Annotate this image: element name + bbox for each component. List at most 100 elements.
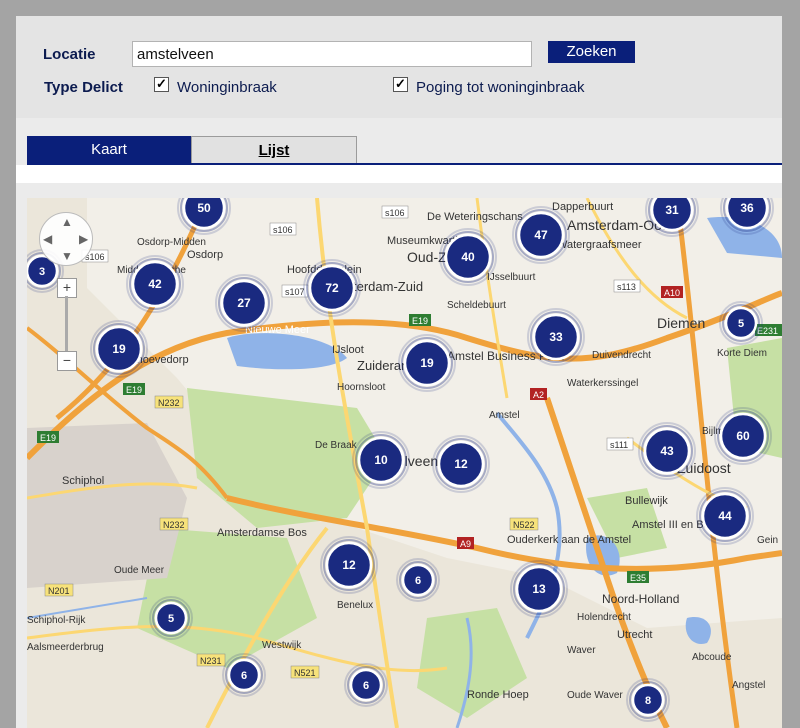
- place-label: Angstel: [732, 680, 765, 691]
- place-label: De Weteringschans: [427, 211, 523, 223]
- cluster-marker[interactable]: 19: [398, 334, 456, 392]
- cluster-count: 13: [532, 582, 546, 596]
- road-badge: E19: [126, 385, 142, 395]
- woninginbraak-checkbox[interactable]: ✓: [154, 77, 169, 92]
- road-badge: s106: [385, 208, 405, 218]
- cluster-marker[interactable]: 19: [90, 320, 148, 378]
- location-search-input[interactable]: [132, 41, 532, 67]
- road-badge: A10: [664, 288, 680, 298]
- place-label: Hoornsloot: [337, 382, 386, 393]
- place-label: Gein: [757, 535, 778, 546]
- road-badge: s107: [285, 287, 305, 297]
- tab-lijst[interactable]: Lijst: [191, 136, 357, 164]
- place-label: Oude Waver: [567, 690, 623, 701]
- place-label: Waterkerssingel: [567, 378, 638, 389]
- place-label: Oude Meer: [114, 565, 165, 576]
- cluster-marker[interactable]: 33: [527, 308, 585, 366]
- cluster-marker[interactable]: 13: [510, 560, 568, 618]
- cluster-marker[interactable]: 43: [638, 422, 696, 480]
- road-badge: A2: [533, 390, 544, 400]
- road-badge: E19: [412, 316, 428, 326]
- place-label: Korte Diem: [717, 348, 767, 359]
- cluster-marker[interactable]: 12: [320, 536, 378, 594]
- cluster-marker[interactable]: 60: [714, 407, 772, 465]
- place-label: Bullewijk: [625, 495, 668, 507]
- place-label: Holendrecht: [577, 612, 631, 623]
- map-canvas[interactable]: Osdorp-Midden Osdorp Middelveldsche Hoof…: [27, 198, 782, 728]
- cluster-marker[interactable]: 6: [222, 653, 266, 697]
- zoom-in-button[interactable]: +: [57, 278, 77, 298]
- cluster-count: 6: [363, 680, 369, 692]
- woninginbraak-label: Woninginbraak: [177, 79, 277, 96]
- road-badge: N232: [158, 398, 180, 408]
- cluster-count: 42: [148, 277, 162, 291]
- place-label: Benelux: [337, 600, 373, 611]
- cluster-marker[interactable]: 42: [126, 255, 184, 313]
- place-label: IJsloot: [332, 344, 364, 356]
- cluster-count: 12: [454, 457, 468, 471]
- cluster-count: 5: [738, 318, 744, 330]
- pan-down-icon[interactable]: ▼: [61, 249, 73, 263]
- zoom-out-button[interactable]: −: [57, 351, 77, 371]
- road-badge: s113: [617, 282, 636, 292]
- place-label: Waver: [567, 645, 596, 656]
- main-panel: Locatie Zoeken Type Delict ✓ Woninginbra…: [16, 16, 782, 728]
- place-label: Scheldebuurt: [447, 300, 506, 311]
- cluster-count: 40: [461, 250, 475, 264]
- place-label: IJsselbuurt: [487, 272, 536, 283]
- place-label: Amstel: [489, 410, 520, 421]
- pan-control[interactable]: ▲ ▼ ◀ ▶: [39, 212, 93, 266]
- map-view[interactable]: Osdorp-Midden Osdorp Middelveldsche Hoof…: [27, 198, 782, 728]
- cluster-marker[interactable]: 6: [396, 558, 440, 602]
- cluster-count: 60: [736, 429, 750, 443]
- pan-left-icon[interactable]: ◀: [43, 232, 52, 246]
- tab-kaart[interactable]: Kaart: [27, 136, 191, 164]
- cluster-marker[interactable]: 47: [512, 206, 570, 264]
- poging-label: Poging tot woninginbraak: [416, 79, 585, 96]
- cluster-count: 36: [740, 201, 754, 215]
- place-label: Schiphol: [62, 475, 104, 487]
- cluster-count: 19: [420, 356, 434, 370]
- zoom-slider-track[interactable]: [65, 296, 68, 352]
- cluster-marker[interactable]: 27: [215, 274, 273, 332]
- place-label: Westwijk: [262, 640, 302, 651]
- poging-checkbox[interactable]: ✓: [393, 77, 408, 92]
- road-badge: N232: [163, 520, 185, 530]
- cluster-count: 12: [342, 558, 356, 572]
- cluster-count: 43: [660, 444, 674, 458]
- place-label: Diemen: [657, 315, 705, 331]
- cluster-marker[interactable]: 72: [303, 259, 361, 317]
- road-badge: A9: [460, 539, 471, 549]
- place-label: Dapperbuurt: [552, 201, 613, 213]
- road-badge: N231: [200, 656, 222, 666]
- cluster-count: 44: [718, 509, 732, 523]
- place-label: Schiphol-Rijk: [27, 615, 86, 626]
- cluster-count: 19: [112, 342, 126, 356]
- road-badge: s106: [273, 225, 293, 235]
- place-label: Watergraafsmeer: [557, 239, 642, 251]
- cluster-count: 27: [237, 296, 251, 310]
- cluster-marker[interactable]: 10: [352, 431, 410, 489]
- cluster-count: 50: [197, 201, 211, 215]
- pan-right-icon[interactable]: ▶: [79, 232, 88, 246]
- cluster-count: 6: [415, 575, 421, 587]
- search-form: Locatie Zoeken Type Delict ✓ Woninginbra…: [16, 16, 782, 118]
- cluster-count: 5: [168, 613, 174, 625]
- cluster-marker[interactable]: 5: [149, 596, 193, 640]
- place-label: Ouderkerk aan de Amstel: [507, 534, 631, 546]
- cluster-marker[interactable]: 8: [626, 678, 670, 722]
- cluster-marker[interactable]: 5: [719, 301, 763, 345]
- cluster-marker[interactable]: 40: [439, 228, 497, 286]
- place-label: Osdorp-Midden: [137, 237, 206, 248]
- cluster-marker[interactable]: 12: [432, 435, 490, 493]
- pan-up-icon[interactable]: ▲: [61, 215, 73, 229]
- place-label: Noord-Holland: [602, 592, 679, 606]
- road-badge: N201: [48, 586, 70, 596]
- cluster-marker[interactable]: 44: [696, 487, 754, 545]
- cluster-count: 6: [241, 670, 247, 682]
- place-label: Osdorp: [187, 249, 223, 261]
- place-label: Ronde Hoep: [467, 689, 529, 701]
- cluster-marker[interactable]: 6: [344, 663, 388, 707]
- search-button[interactable]: Zoeken: [548, 41, 635, 63]
- place-label: Utrecht: [617, 629, 652, 641]
